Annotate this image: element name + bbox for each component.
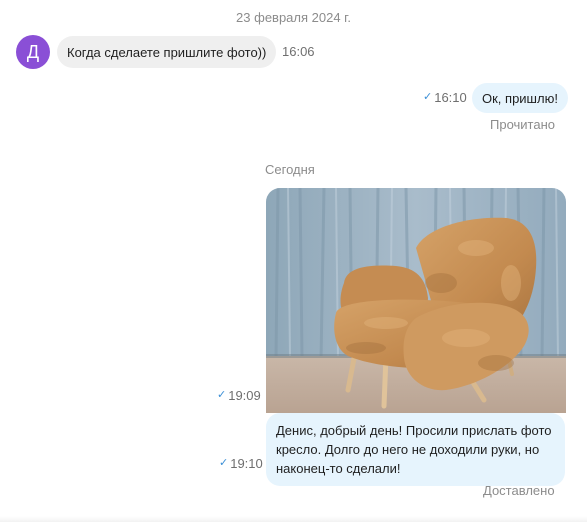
armchair-photo[interactable] xyxy=(266,188,566,413)
time-label: 19:09 xyxy=(228,388,261,403)
incoming-message-bubble[interactable]: Когда сделаете пришлите фото)) xyxy=(57,36,277,68)
avatar[interactable]: Д xyxy=(16,35,50,69)
message-time: ✓ 16:10 xyxy=(423,90,467,105)
delivered-status: Доставлено xyxy=(483,483,555,498)
chat-conversation: 23 февраля 2024 г. Д Когда сделаете приш… xyxy=(0,0,587,522)
message-text: Ок, пришлю! xyxy=(482,90,558,106)
time-label: 19:10 xyxy=(230,456,263,471)
date-separator: 23 февраля 2024 г. xyxy=(236,10,351,25)
check-icon: ✓ xyxy=(217,389,227,401)
check-icon: ✓ xyxy=(219,457,229,469)
composer-divider xyxy=(0,516,587,522)
message-text: Денис, добрый день! Просили прислать фот… xyxy=(276,423,552,476)
message-time: 16:06 xyxy=(282,44,315,59)
read-status: Прочитано xyxy=(490,117,555,132)
avatar-letter: Д xyxy=(26,41,40,62)
message-text: Когда сделаете пришлите фото)) xyxy=(67,44,267,60)
message-time: ✓ 19:10 xyxy=(219,456,263,471)
date-separator-today: Сегодня xyxy=(265,162,315,177)
check-icon: ✓ xyxy=(423,91,433,103)
message-time: ✓ 19:09 xyxy=(217,388,261,403)
time-label: 16:06 xyxy=(282,44,315,59)
outgoing-message-bubble[interactable]: Ок, пришлю! xyxy=(472,83,568,113)
outgoing-message-bubble[interactable]: Денис, добрый день! Просили прислать фот… xyxy=(266,413,565,486)
time-label: 16:10 xyxy=(434,90,467,105)
